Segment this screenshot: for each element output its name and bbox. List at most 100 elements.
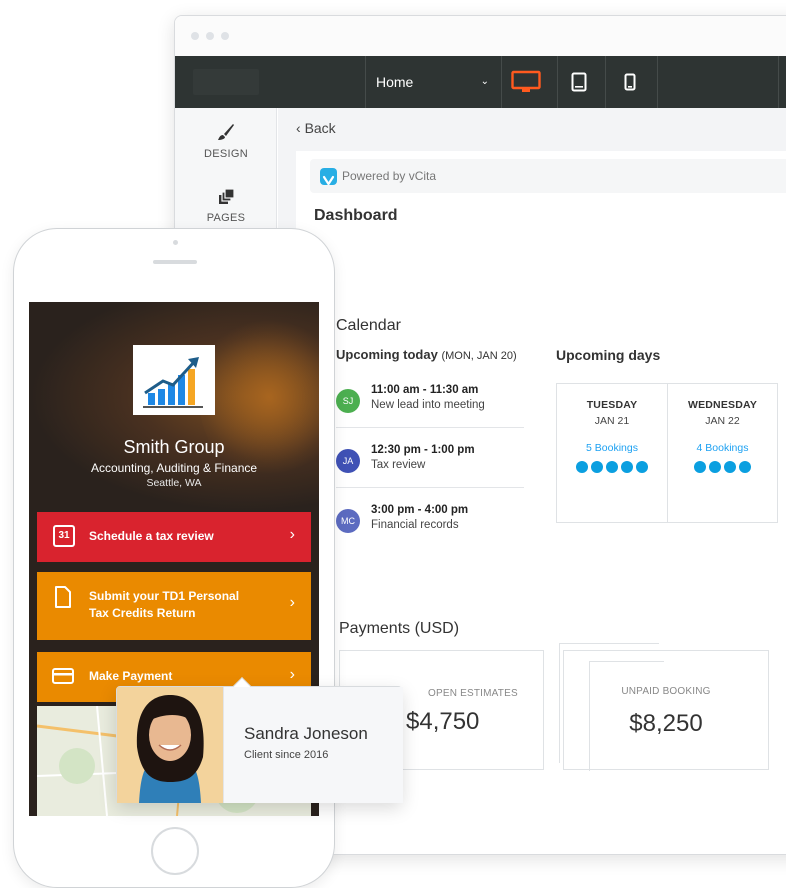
window-dot: [221, 32, 229, 40]
window-titlebar: [175, 16, 786, 56]
mobile-view-button[interactable]: [610, 56, 650, 108]
vcita-logo: [320, 168, 337, 186]
tablet-view-button[interactable]: [559, 56, 599, 108]
toolbar-divider: [605, 56, 606, 108]
phone-speaker: [153, 260, 197, 264]
business-name: Smith Group: [123, 437, 225, 457]
schedule-tax-review-button[interactable]: 31 Schedule a tax review ›: [37, 512, 311, 562]
client-since: Client since 2016: [244, 749, 329, 761]
desktop-view-button[interactable]: [506, 56, 546, 108]
credit-card-icon: [52, 668, 74, 684]
upcoming-today-heading: Upcoming today (MON, JAN 20): [336, 347, 517, 362]
booking-dot: [636, 461, 648, 473]
toolbar-divider: [778, 56, 779, 108]
booking-dots: [668, 461, 777, 473]
business-location: Seattle, WA: [146, 477, 202, 489]
sidebar-item-design[interactable]: DESIGN: [175, 122, 277, 184]
booking-dot: [606, 461, 618, 473]
day-name: TUESDAY: [586, 399, 638, 411]
toolbar-divider: [557, 56, 558, 108]
booking-dots: [557, 461, 667, 473]
meeting-item[interactable]: MC 3:00 pm - 4:00 pm Financial records: [336, 501, 526, 551]
powered-by-bar: Powered by vCita: [310, 159, 786, 193]
meeting-description: Tax review: [371, 459, 426, 471]
business-tagline: Accounting, Auditing & Finance: [90, 461, 258, 475]
client-avatar: [117, 687, 223, 803]
meeting-time: 12:30 pm - 1:00 pm: [371, 444, 475, 456]
upcoming-day-card[interactable]: WEDNESDAY JAN 22 4 Bookings: [667, 383, 778, 523]
tablet-icon: [571, 72, 587, 92]
document-icon: [55, 586, 71, 608]
booking-dot: [739, 461, 751, 473]
window-dot: [206, 32, 214, 40]
page-select-value: Home: [376, 74, 414, 90]
day-date: JAN 21: [594, 415, 630, 427]
divider: [336, 487, 524, 488]
meeting-item[interactable]: SJ 11:00 am - 11:30 am New lead into mee…: [336, 381, 526, 431]
booking-dot: [621, 461, 633, 473]
upcoming-days-heading: Upcoming days: [556, 347, 661, 363]
upcoming-today-label: Upcoming today: [336, 347, 438, 362]
day-name: WEDNESDAY: [687, 399, 758, 411]
cta-label: Make Payment: [89, 669, 173, 683]
sidebar-item-label: DESIGN: [204, 148, 248, 160]
page-title: Dashboard: [314, 207, 398, 224]
client-info: Sandra Joneson Client since 2016: [223, 687, 403, 803]
bookings-link[interactable]: 4 Bookings: [668, 442, 777, 454]
booking-dot: [591, 461, 603, 473]
mobile-icon: [624, 73, 636, 91]
chevron-right-icon: ›: [289, 526, 295, 543]
business-hero: Smith Group Accounting, Auditing & Finan…: [29, 302, 319, 512]
booking-dot: [694, 461, 706, 473]
meeting-description: New lead into meeting: [371, 399, 485, 411]
back-link[interactable]: ‹ Back: [296, 120, 336, 136]
payments-label: Payments: [339, 620, 411, 637]
pages-icon: [219, 188, 235, 204]
chevron-left-icon: ‹: [296, 120, 301, 136]
day-date: JAN 22: [705, 415, 740, 427]
booking-dot: [724, 461, 736, 473]
client-name: Sandra Joneson: [244, 724, 368, 743]
cta-label: Schedule a tax review: [89, 529, 214, 543]
back-label: Back: [304, 120, 336, 136]
calendar-31-icon: 31: [53, 525, 75, 547]
meeting-time: 11:00 am - 11:30 am: [371, 384, 479, 396]
submit-td1-button[interactable]: Submit your TD1 Personal Tax Credits Ret…: [37, 572, 311, 640]
chevron-right-icon: ›: [289, 594, 295, 611]
meeting-time: 3:00 pm - 4:00 pm: [371, 504, 469, 516]
booking-dot: [709, 461, 721, 473]
avatar: MC: [336, 509, 360, 533]
payments-currency: (USD): [414, 620, 460, 637]
client-card[interactable]: Sandra Joneson Client since 2016: [116, 677, 403, 803]
meeting-description: Financial records: [371, 519, 459, 531]
chevron-down-icon: ⌄: [480, 76, 489, 87]
toolbar-divider: [657, 56, 658, 108]
window-dot: [191, 32, 199, 40]
booking-dot: [576, 461, 588, 473]
page-select-dropdown[interactable]: Home ⌄: [365, 56, 501, 108]
bookings-link[interactable]: 5 Bookings: [557, 442, 667, 454]
upcoming-day-card[interactable]: TUESDAY JAN 21 5 Bookings: [556, 383, 667, 523]
unpaid-booking-card[interactable]: UNPAID BOOKING $8,250: [559, 643, 769, 771]
divider: [336, 427, 524, 428]
desktop-icon: [511, 70, 541, 92]
phone-home-button[interactable]: [151, 827, 199, 875]
toolbar-divider: [501, 56, 502, 108]
avatar: JA: [336, 449, 360, 473]
meeting-item[interactable]: JA 12:30 pm - 1:00 pm Tax review: [336, 441, 526, 491]
avatar: SJ: [336, 389, 360, 413]
calendar-title: Calendar: [336, 317, 401, 334]
business-logo: [133, 345, 215, 415]
builder-toolbar: Home ⌄: [175, 56, 786, 108]
cta-label: Submit your TD1 Personal: [89, 589, 240, 603]
builder-logo: [193, 69, 259, 95]
powered-by-text: Powered by vCita: [342, 169, 437, 183]
card-stack-edge: [589, 661, 664, 771]
payments-title: Payments (USD): [339, 620, 459, 638]
sidebar-item-label: PAGES: [206, 212, 246, 224]
phone-camera: [173, 240, 178, 245]
brush-icon: [218, 124, 234, 140]
cta-label-line2: Tax Credits Return: [89, 606, 196, 620]
upcoming-today-date: (MON, JAN 20): [441, 350, 517, 362]
chevron-right-icon: ›: [289, 666, 295, 683]
